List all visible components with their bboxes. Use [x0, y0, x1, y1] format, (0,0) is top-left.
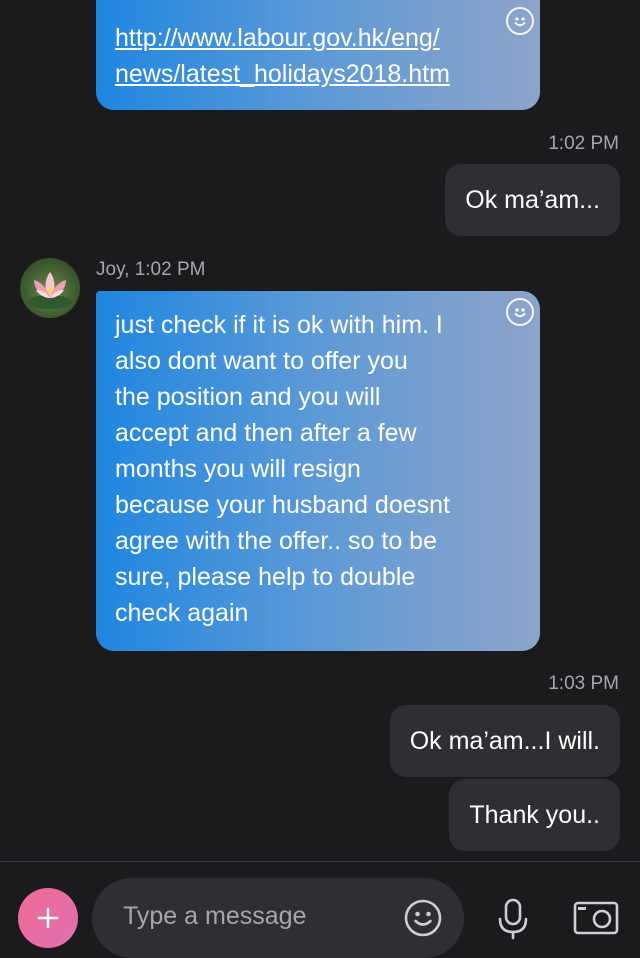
message-line: sure, please help to double: [115, 563, 416, 591]
microphone-button[interactable]: [493, 897, 533, 941]
plus-icon: [37, 907, 59, 929]
message-line: months you will resign: [115, 455, 361, 483]
emoji-icon: [404, 899, 442, 937]
message-text: Thank you..: [469, 800, 600, 829]
avatar[interactable]: [20, 258, 80, 318]
lotus-image: [28, 272, 72, 309]
message-line: check again: [115, 599, 249, 627]
message-text: Ok ma’am...: [465, 185, 600, 214]
message-text: just check if it is ok with him. I also d…: [115, 307, 522, 631]
timestamp: 1:02 PM: [548, 133, 619, 154]
add-reaction-icon[interactable]: [506, 298, 534, 326]
add-button[interactable]: [18, 888, 78, 948]
camera-button[interactable]: [573, 899, 619, 935]
message-line: agree with the offer.. so to be: [115, 527, 437, 555]
message-input-placeholder: Type a message: [123, 902, 307, 930]
incoming-message-link[interactable]: http://www.labour.gov.hk/eng/ news/lates…: [96, 0, 540, 110]
outgoing-message[interactable]: Ok ma’am...: [445, 164, 620, 236]
outgoing-message[interactable]: Thank you..: [449, 779, 620, 851]
sender-meta: Joy, 1:02 PM: [96, 259, 206, 280]
timestamp: 1:03 PM: [548, 673, 619, 694]
emoji-button[interactable]: [403, 898, 443, 938]
add-reaction-icon[interactable]: [506, 7, 534, 35]
incoming-message[interactable]: just check if it is ok with him. I also d…: [96, 291, 540, 651]
camera-icon: [573, 901, 619, 935]
outgoing-message[interactable]: Ok ma’am...I will.: [389, 705, 620, 777]
microphone-icon: [498, 898, 528, 940]
composer-bar: Type a message: [0, 861, 640, 958]
message-input[interactable]: Type a message: [92, 878, 464, 958]
message-line: because your husband doesnt: [115, 491, 450, 519]
message-link-line-1[interactable]: http://www.labour.gov.hk/eng/: [115, 20, 522, 56]
message-link-line-2[interactable]: news/latest_holidays2018.htm: [115, 56, 522, 92]
message-line: the position and you will: [115, 383, 381, 411]
message-line: accept and then after a few: [115, 419, 417, 447]
message-text: Ok ma’am...I will.: [409, 726, 600, 755]
message-line: just check if it is ok with him. I: [115, 311, 443, 339]
message-line: also dont want to offer you: [115, 347, 408, 375]
